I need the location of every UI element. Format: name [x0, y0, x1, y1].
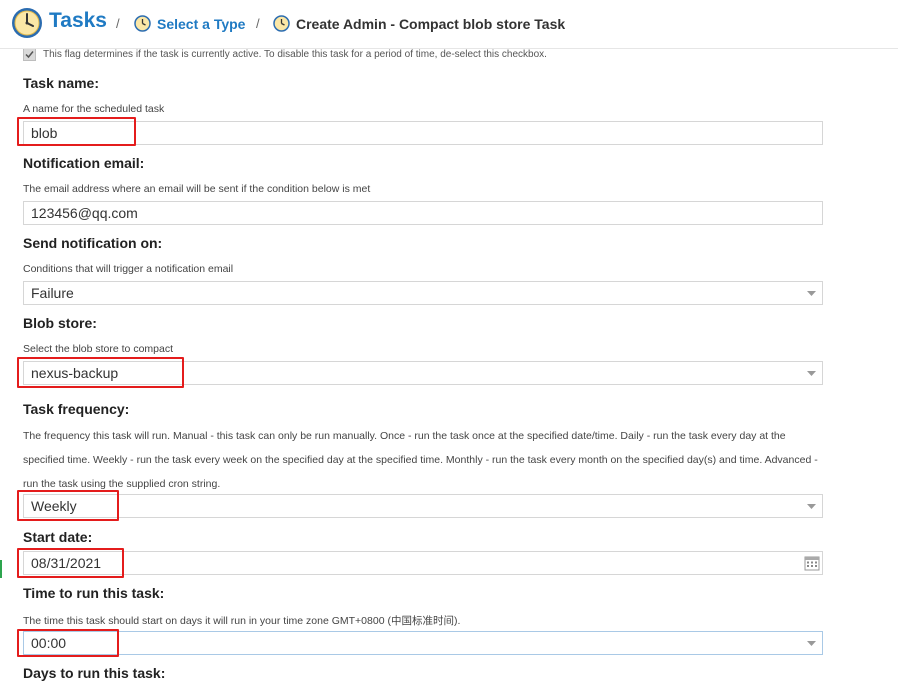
chevron-down-icon[interactable]: [804, 362, 818, 384]
tasks-clock-icon: [12, 8, 42, 38]
clock-icon: [273, 15, 290, 32]
time-to-run-select[interactable]: 00:00: [23, 631, 823, 655]
time-to-run-value: 00:00: [31, 635, 67, 651]
check-icon: [25, 51, 34, 59]
notification-email-input[interactable]: 123456@qq.com: [23, 201, 823, 225]
time-to-run-help: The time this task should start on days …: [23, 615, 461, 627]
task-name-value: blob: [31, 125, 58, 141]
breadcrumb-separator: /: [256, 16, 260, 31]
start-date-value: 08/31/2021: [31, 555, 102, 571]
task-frequency-select[interactable]: Weekly: [23, 494, 823, 518]
send-notification-select[interactable]: Failure: [23, 281, 823, 305]
breadcrumb-separator: /: [116, 16, 120, 31]
task-name-label: Task name:: [23, 75, 99, 91]
chevron-down-icon[interactable]: [804, 632, 818, 654]
send-notification-label: Send notification on:: [23, 235, 163, 251]
task-frequency-help: The frequency this task will run. Manual…: [23, 430, 818, 490]
breadcrumb-current: Create Admin - Compact blob store Task: [296, 16, 566, 32]
enabled-checkbox[interactable]: [23, 49, 36, 61]
start-date-label: Start date:: [23, 529, 93, 545]
breadcrumb-select-type[interactable]: Select a Type: [157, 16, 245, 32]
task-name-help: A name for the scheduled task: [23, 103, 165, 115]
days-to-run-label: Days to run this task:: [23, 665, 166, 681]
task-frequency-value: Weekly: [31, 498, 77, 514]
calendar-icon[interactable]: [804, 555, 820, 571]
notification-email-value: 123456@qq.com: [31, 205, 138, 221]
task-frequency-label: Task frequency:: [23, 401, 130, 417]
blob-store-label: Blob store:: [23, 315, 97, 331]
chevron-down-icon[interactable]: [804, 282, 818, 304]
send-notification-value: Failure: [31, 285, 74, 301]
send-notification-help: Conditions that will trigger a notificat…: [23, 263, 234, 275]
enabled-flag-help: This flag determines if the task is curr…: [43, 49, 547, 60]
page-title[interactable]: Tasks: [49, 9, 107, 33]
page-header: Tasks / Select a Type / Create Admin - C…: [0, 0, 898, 49]
notification-email-label: Notification email:: [23, 155, 145, 171]
left-edge-marker: [0, 560, 2, 578]
blob-store-help: Select the blob store to compact: [23, 343, 173, 355]
start-date-input[interactable]: 08/31/2021: [23, 551, 823, 575]
clock-icon: [134, 15, 151, 32]
task-name-input[interactable]: blob: [23, 121, 823, 145]
time-to-run-label: Time to run this task:: [23, 585, 165, 601]
blob-store-value: nexus-backup: [31, 365, 119, 381]
blob-store-select[interactable]: nexus-backup: [23, 361, 823, 385]
enabled-flag-row: This flag determines if the task is curr…: [23, 49, 547, 61]
chevron-down-icon[interactable]: [804, 495, 818, 517]
notification-email-help: The email address where an email will be…: [23, 183, 371, 195]
